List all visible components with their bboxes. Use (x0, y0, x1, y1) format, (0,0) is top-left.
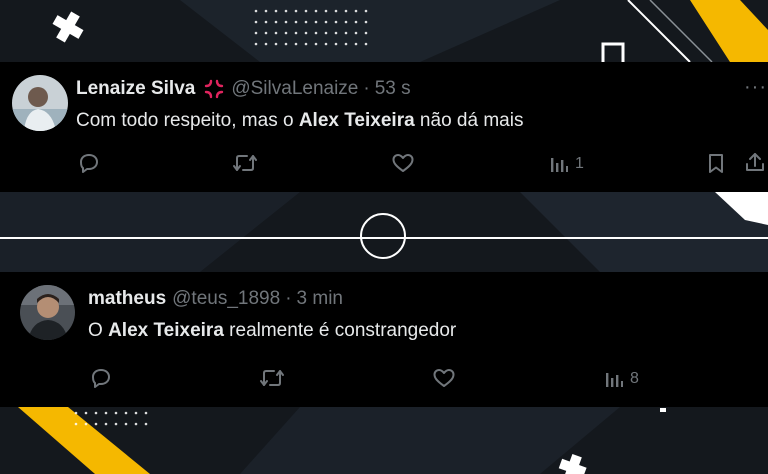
separator-dot: · (363, 78, 370, 99)
separator-dot: · (285, 288, 292, 309)
reply-button[interactable] (90, 367, 112, 389)
tweet-text-part: Com todo respeito, mas o (76, 110, 299, 131)
tweet-text-part: não dá mais (414, 110, 524, 131)
views-chart-icon (551, 158, 568, 172)
avatar[interactable] (12, 75, 68, 131)
views-button[interactable]: 1 (549, 154, 584, 174)
divider-circle (360, 213, 406, 259)
views-count: 8 (630, 370, 639, 387)
bookmark-icon (709, 154, 723, 173)
reply-button[interactable] (78, 152, 100, 174)
views-chart-icon (606, 373, 623, 387)
like-button[interactable] (432, 367, 456, 389)
retweet-button[interactable] (259, 367, 285, 389)
views-button[interactable]: 8 (604, 369, 639, 389)
heart-icon (433, 369, 455, 387)
share-button[interactable] (744, 151, 766, 173)
reply-icon (80, 154, 98, 173)
display-name[interactable]: matheus (88, 288, 166, 310)
retweet-icon (233, 155, 257, 171)
share-icon (746, 153, 764, 171)
tweet-text-bold: Alex Teixeira (108, 320, 224, 341)
username-handle[interactable]: @teus_1898 (172, 288, 280, 310)
tweet-text-part: O (88, 320, 109, 341)
like-button[interactable] (391, 152, 415, 174)
reply-icon (92, 369, 110, 388)
more-options-icon[interactable]: ··· (744, 76, 767, 99)
views-count: 1 (575, 155, 584, 172)
tweet-text-part: realmente é constrangedor (223, 320, 457, 341)
username-handle[interactable]: @SilvaLenaize (231, 78, 358, 100)
tweet-card[interactable]: Lenaize Silva @SilvaLenaize · 53 s ··· C… (0, 62, 768, 192)
tweet-text: O Alex Teixeira realmente é constrangedo… (88, 320, 456, 342)
avatar[interactable] (20, 285, 75, 340)
retweet-icon (260, 370, 284, 386)
timestamp[interactable]: 53 s (375, 78, 411, 100)
display-name[interactable]: Lenaize Silva (76, 78, 195, 100)
heart-icon (392, 154, 414, 172)
retweet-button[interactable] (232, 152, 258, 174)
timestamp[interactable]: 3 min (297, 288, 343, 310)
bookmark-button[interactable] (706, 152, 726, 174)
anger-symbol-icon (203, 78, 225, 100)
tweet-card[interactable]: matheus @teus_1898 · 3 min O Alex Teixei… (0, 272, 768, 407)
tweet-text: Com todo respeito, mas o Alex Teixeira n… (76, 110, 523, 132)
tweet-text-bold: Alex Teixeira (298, 110, 415, 131)
